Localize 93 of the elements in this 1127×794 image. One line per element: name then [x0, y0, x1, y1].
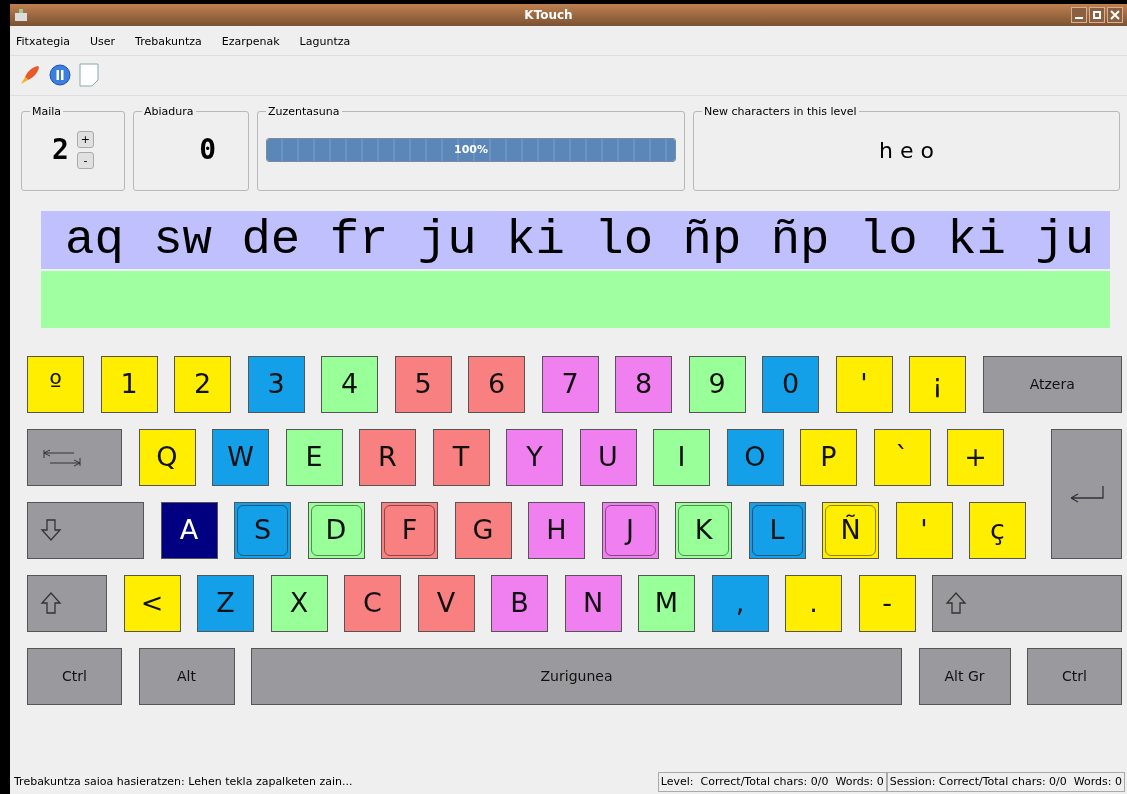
keyboard-key[interactable]: ¡: [909, 355, 966, 413]
keyboard-key[interactable]: <: [123, 574, 181, 632]
app-icon: [14, 8, 28, 22]
space-key[interactable]: Zurigunea: [251, 647, 902, 705]
shift-key[interactable]: [27, 574, 107, 632]
tab-key[interactable]: [27, 428, 122, 486]
group-label: Maila: [31, 105, 63, 117]
menu-item[interactable]: Laguntza: [299, 34, 351, 51]
keyboard-key[interactable]: L: [748, 501, 806, 559]
enter-key[interactable]: [1051, 428, 1122, 559]
keyboard-key[interactable]: Ctrl: [27, 647, 122, 705]
keyboard-key[interactable]: P: [800, 428, 857, 486]
keyboard-key[interactable]: C: [344, 574, 401, 632]
keyboard-key[interactable]: O: [726, 428, 784, 486]
keyboard-key[interactable]: T: [432, 428, 490, 486]
menu-item[interactable]: User: [90, 34, 116, 51]
keyboard-key[interactable]: F: [381, 501, 438, 559]
group-label: New characters in this level: [703, 105, 858, 117]
keyboard-key[interactable]: Z: [197, 574, 254, 632]
caps-key[interactable]: [27, 501, 144, 559]
keyboard-key[interactable]: ': [835, 355, 893, 413]
window-title: KTouch: [523, 7, 574, 24]
group-label: Zuzentasuna: [267, 105, 341, 117]
level-step-button[interactable]: +: [76, 131, 94, 148]
pause-icon[interactable]: [48, 63, 72, 87]
keyboard-key[interactable]: 0: [762, 355, 819, 413]
shift-key[interactable]: [932, 574, 1122, 632]
progress-reading: 100%: [454, 142, 488, 158]
keyboard-key[interactable]: M: [638, 574, 695, 632]
down-arrow-icon: [40, 518, 62, 542]
minimize-icon: [1075, 17, 1083, 19]
keyboard-key[interactable]: S: [234, 501, 291, 559]
menu-item[interactable]: Fitxategia: [16, 34, 70, 51]
menu-item[interactable]: Trebakuntza: [135, 34, 202, 51]
keyboard-key[interactable]: 1: [100, 355, 158, 413]
keyboard-key[interactable]: X: [270, 574, 328, 632]
session-stats: Session: Correct/Total chars: 0/0 Words: 0: [886, 771, 1125, 793]
close-button[interactable]: [1107, 7, 1123, 23]
keyboard-key[interactable]: R: [359, 428, 416, 486]
keyboard-key[interactable]: Ñ: [822, 501, 879, 559]
typing-field[interactable]: [41, 270, 1110, 328]
up-arrow-icon: [40, 591, 62, 615]
keyboard-key[interactable]: B: [491, 574, 548, 632]
keyboard-key[interactable]: D: [307, 501, 365, 559]
keyboard-key[interactable]: .: [785, 574, 842, 632]
group-label: Abiadura: [143, 105, 195, 117]
keyboard-key[interactable]: W: [212, 428, 269, 486]
keyboard-key[interactable]: A: [160, 501, 218, 559]
keyboard-key[interactable]: I: [653, 428, 710, 486]
keyboard-key[interactable]: 4: [321, 355, 378, 413]
keyboard-key[interactable]: E: [285, 428, 343, 486]
keyboard-key[interactable]: N: [564, 574, 622, 632]
speed-display: 0: [199, 136, 216, 164]
keyboard-key[interactable]: 7: [541, 355, 599, 413]
menu-item[interactable]: Ezarpenak: [221, 34, 280, 51]
keyboard-key[interactable]: º: [27, 355, 84, 413]
keyboard-key[interactable]: Alt: [138, 647, 235, 705]
keyboard-key[interactable]: Y: [506, 428, 563, 486]
keyboard-key[interactable]: H: [528, 501, 585, 559]
keyboard-key[interactable]: Alt Gr: [918, 647, 1011, 705]
keyboard-key[interactable]: ç: [969, 501, 1026, 559]
keyboard-key[interactable]: -: [858, 574, 916, 632]
level-display: 2: [52, 136, 69, 164]
keyboard-key[interactable]: 2: [174, 355, 231, 413]
new-characters-text: h e o: [878, 136, 935, 165]
maximize-icon: [1092, 10, 1102, 20]
keyboard-key[interactable]: 5: [394, 355, 452, 413]
rocket-icon[interactable]: [18, 63, 42, 87]
level-stats: Level: Correct/Total chars: 0/0 Words: 0: [657, 771, 887, 793]
note-icon[interactable]: [78, 62, 100, 88]
keyboard-key[interactable]: Q: [138, 428, 196, 486]
keyboard-key[interactable]: U: [579, 428, 637, 486]
keyboard-key[interactable]: 9: [688, 355, 746, 413]
minimize-button[interactable]: [1071, 7, 1087, 23]
practice-text: aq sw de fr ju ki lo ñp ñp lo ki ju: [41, 210, 1110, 269]
level-step-button[interactable]: -: [76, 152, 94, 169]
keyboard-key[interactable]: 8: [615, 355, 672, 413]
keyboard-key[interactable]: K: [675, 501, 732, 559]
keyboard-key[interactable]: +: [947, 428, 1004, 486]
keyboard-key[interactable]: ,: [711, 574, 769, 632]
keyboard-key[interactable]: Atzera: [982, 355, 1122, 413]
close-icon: [1110, 10, 1120, 20]
keyboard-key[interactable]: G: [454, 501, 512, 559]
status-message: Trebakuntza saioa hasieratzen: Lehen tekla zapalketen zain...: [14, 773, 354, 790]
keyboard-key[interactable]: ': [895, 501, 953, 559]
keyboard-key[interactable]: Ctrl: [1027, 647, 1122, 705]
keyboard-key[interactable]: `: [873, 428, 931, 486]
keyboard-key[interactable]: 6: [468, 355, 525, 413]
maximize-button[interactable]: [1089, 7, 1105, 23]
keyboard-key[interactable]: J: [601, 501, 659, 559]
keyboard-key[interactable]: 3: [247, 355, 305, 413]
up-arrow-icon: [945, 591, 967, 615]
keyboard-key[interactable]: V: [417, 574, 475, 632]
